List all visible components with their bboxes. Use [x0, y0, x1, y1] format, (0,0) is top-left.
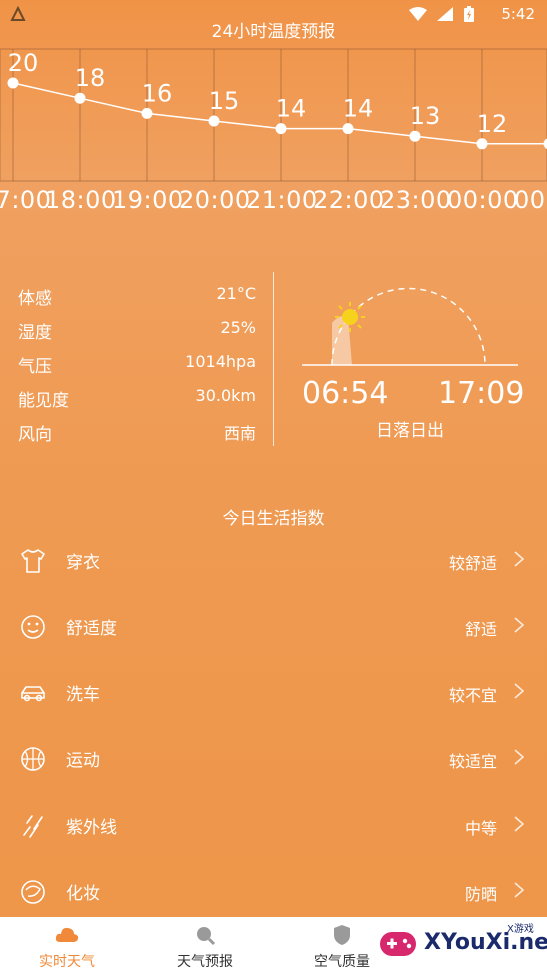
sun-arc [300, 283, 520, 373]
hour-label: 00:01 [514, 186, 547, 214]
basketball-icon [21, 747, 45, 771]
life-item-uv[interactable]: 紫外线 中等 [0, 797, 547, 853]
life-item-value: 较不宜 [448, 686, 497, 705]
temperature-value-label: 14 [276, 95, 307, 123]
hour-label: 22:00 [313, 186, 385, 214]
chevron-right-icon [514, 551, 525, 567]
chevron-right-icon [514, 617, 525, 633]
hour-labels: 7:00 18:00 19:00 20:00 21:00 22:00 23:00 00:00 0… [0, 186, 547, 222]
life-item-value: 中等 [464, 819, 497, 838]
life-item-carwash[interactable]: 洗车 较不宜 [0, 664, 547, 720]
detail-feels: 体感 21°C [18, 284, 256, 309]
life-item-label: 运动 [66, 751, 100, 771]
chevron-right-icon [514, 816, 525, 832]
temperature-value-label: 16 [142, 79, 173, 107]
gamepad-logo-icon [380, 932, 416, 956]
hour-label: 21:00 [246, 186, 318, 214]
chevron-right-icon [514, 683, 525, 699]
hour-label: 00:00 [447, 186, 519, 214]
sun-label: 日落日出 [376, 421, 444, 441]
temperature-value-label: 15 [209, 87, 240, 115]
life-item-label: 紫外线 [66, 818, 117, 838]
life-item-value: 较适宜 [448, 752, 497, 771]
temperature-value-label: 20 [8, 49, 39, 77]
forecast-title: 24小时温度预报 [211, 22, 336, 42]
temperature-value-label: 12 [477, 110, 508, 138]
life-item-value: 较舒适 [448, 554, 497, 573]
uv-rays-icon [23, 815, 43, 838]
wind-value: 西南 [223, 424, 256, 443]
temperature-point [409, 130, 421, 142]
smiley-icon [21, 615, 45, 639]
life-item-comfort[interactable]: 舒适度 舒适 [0, 598, 547, 654]
humidity-value: 25% [220, 318, 256, 337]
tab-weather-forecast[interactable]: 天气预报 [140, 917, 270, 974]
temperature-point [275, 123, 287, 135]
temperature-value-label: 14 [343, 95, 374, 123]
hour-label: 20:00 [179, 186, 251, 214]
pressure-label: 气压 [18, 357, 52, 377]
sunrise-time: 06:54 [302, 376, 389, 411]
feels-value: 21°C [216, 284, 256, 303]
detail-pressure: 气压 1014hpa [18, 352, 256, 377]
humidity-label: 湿度 [18, 323, 52, 343]
temperature-value-label: 18 [75, 64, 106, 92]
makeup-icon [21, 880, 45, 904]
chevron-right-icon [514, 882, 525, 898]
detail-visibility: 能见度 30.0km [18, 386, 256, 411]
feels-label: 体感 [18, 289, 52, 309]
chevron-right-icon [514, 749, 525, 765]
shield-icon [334, 925, 350, 945]
temperature-point [342, 123, 354, 135]
life-item-label: 舒适度 [66, 619, 117, 639]
watermark-text: XYouXi.net [424, 930, 547, 955]
life-item-clothing[interactable]: 穿衣 较舒适 [0, 532, 547, 588]
visibility-label: 能见度 [18, 391, 69, 411]
hour-label: 18:00 [45, 186, 117, 214]
temperature-point [74, 92, 86, 104]
watermark: X游戏 XYouXi.net [372, 918, 547, 970]
pressure-value: 1014hpa [185, 352, 256, 371]
sunset-time: 17:09 [438, 376, 525, 411]
life-item-makeup[interactable]: 化妆 防晒 [0, 863, 547, 919]
cloud-icon [55, 927, 79, 942]
visibility-value: 30.0km [195, 386, 256, 405]
tab-label: 实时天气 [39, 954, 95, 970]
tshirt-icon [21, 549, 45, 573]
life-index-title: 今日生活指数 [222, 509, 325, 529]
temperature-point [208, 115, 220, 127]
temperature-point [543, 138, 547, 149]
life-item-value: 防晒 [464, 885, 497, 904]
temperature-chart: 20181615141413121 [0, 45, 547, 185]
details-divider [273, 272, 274, 446]
life-item-label: 穿衣 [66, 553, 100, 573]
detail-wind: 风向 西南 [18, 420, 256, 445]
hour-label: 23:00 [380, 186, 452, 214]
wind-label: 风向 [18, 425, 52, 445]
tab-label: 天气预报 [177, 954, 233, 970]
car-icon [21, 686, 45, 702]
detail-humidity: 湿度 25% [18, 318, 256, 343]
hour-label: 19:00 [112, 186, 184, 214]
life-item-value: 舒适 [464, 620, 497, 639]
life-item-sport[interactable]: 运动 较适宜 [0, 730, 547, 786]
temperature-point [476, 138, 488, 150]
temperature-point [141, 107, 153, 119]
search-icon [197, 927, 216, 946]
temperature-value-label: 13 [410, 102, 441, 130]
tab-realtime-weather[interactable]: 实时天气 [2, 917, 132, 974]
life-item-label: 洗车 [66, 685, 100, 705]
temperature-point [7, 77, 19, 89]
life-item-label: 化妆 [66, 884, 100, 904]
